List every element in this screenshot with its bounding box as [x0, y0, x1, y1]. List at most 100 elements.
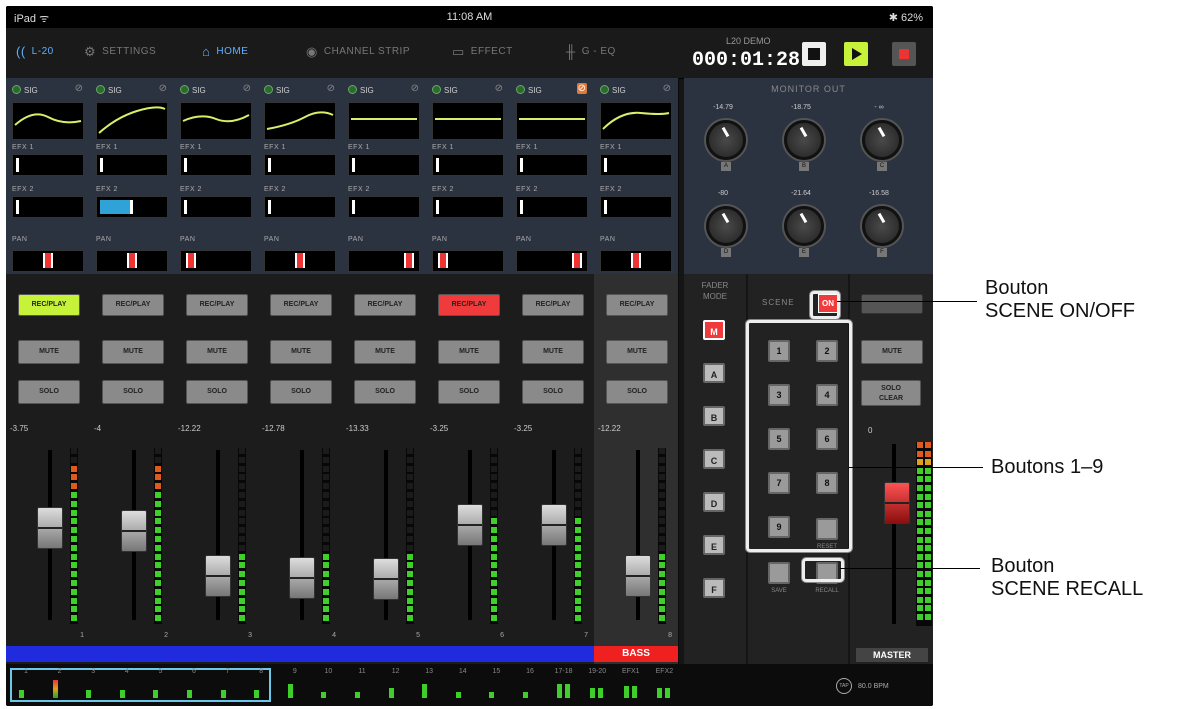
fader-mode-d-button[interactable]: D: [703, 492, 725, 512]
eq-curve-display[interactable]: [348, 102, 420, 140]
tab-effect[interactable]: ▭ EFFECT: [452, 44, 513, 60]
channel-name[interactable]: [6, 646, 90, 662]
rec-play-button[interactable]: REC/PLAY: [102, 294, 164, 316]
efx1-send-bar[interactable]: [516, 154, 588, 176]
eq-curve-display[interactable]: [264, 102, 336, 140]
fader-mode-m-button[interactable]: M: [703, 320, 725, 340]
phase-invert-button[interactable]: ⊘: [663, 83, 671, 94]
channel-name[interactable]: [258, 646, 342, 662]
fader-mode-a-button[interactable]: A: [703, 363, 725, 383]
monitor-knob-a[interactable]: [706, 120, 746, 160]
pan-knob[interactable]: [438, 253, 448, 268]
device-button[interactable]: ((L-20: [16, 44, 54, 59]
scene-save-button[interactable]: [768, 562, 790, 584]
efx2-send-bar[interactable]: [180, 196, 252, 218]
pan-knob[interactable]: [186, 253, 196, 268]
efx2-send-bar[interactable]: [432, 196, 504, 218]
pan-knob[interactable]: [572, 253, 582, 268]
record-button[interactable]: [892, 42, 916, 66]
efx2-send-bar[interactable]: [600, 196, 672, 218]
channel-fader-knob[interactable]: [541, 504, 567, 546]
monitor-knob-d[interactable]: [706, 206, 746, 246]
stop-button[interactable]: [802, 42, 826, 66]
fader-mode-c-button[interactable]: C: [703, 449, 725, 469]
pan-control[interactable]: [432, 250, 504, 272]
channel-fader-knob[interactable]: [37, 507, 63, 549]
mute-button[interactable]: MUTE: [102, 340, 164, 364]
eq-curve-display[interactable]: [12, 102, 84, 140]
channel-fader-knob[interactable]: [289, 557, 315, 599]
master-mute-button[interactable]: MUTE: [861, 340, 923, 364]
mute-button[interactable]: MUTE: [270, 340, 332, 364]
tab-g-eq[interactable]: ╫ G - EQ: [566, 44, 616, 59]
solo-button[interactable]: SOLO: [354, 380, 416, 404]
channel-fader-knob[interactable]: [205, 555, 231, 597]
channel-name[interactable]: [510, 646, 594, 662]
mute-button[interactable]: MUTE: [438, 340, 500, 364]
mute-button[interactable]: MUTE: [354, 340, 416, 364]
eq-curve-display[interactable]: [180, 102, 252, 140]
phase-invert-button[interactable]: ⊘: [327, 83, 335, 94]
pan-knob[interactable]: [127, 253, 137, 268]
efx1-send-bar[interactable]: [600, 154, 672, 176]
monitor-knob-e[interactable]: [784, 206, 824, 246]
phase-invert-button[interactable]: ⊘: [243, 83, 251, 94]
eq-curve-display[interactable]: [432, 102, 504, 140]
pan-control[interactable]: [96, 250, 168, 272]
efx2-send-bar[interactable]: [96, 196, 168, 218]
phase-invert-button[interactable]: ⊘: [495, 83, 503, 94]
solo-button[interactable]: SOLO: [102, 380, 164, 404]
mute-button[interactable]: MUTE: [186, 340, 248, 364]
pan-knob[interactable]: [43, 253, 53, 268]
master-top-button[interactable]: [861, 294, 923, 314]
channel-fader-knob[interactable]: [457, 504, 483, 546]
solo-button[interactable]: SOLO: [186, 380, 248, 404]
fader-mode-e-button[interactable]: E: [703, 535, 725, 555]
channel-name[interactable]: [174, 646, 258, 662]
solo-clear-button[interactable]: SOLO CLEAR: [861, 380, 921, 406]
efx1-send-bar[interactable]: [264, 154, 336, 176]
efx2-send-bar[interactable]: [348, 196, 420, 218]
rec-play-button[interactable]: REC/PLAY: [18, 294, 80, 316]
eq-curve-display[interactable]: [516, 102, 588, 140]
rec-play-button[interactable]: REC/PLAY: [270, 294, 332, 316]
phase-invert-button[interactable]: ⊘: [75, 83, 83, 94]
pan-control[interactable]: [264, 250, 336, 272]
pan-knob[interactable]: [295, 253, 305, 268]
rec-play-button[interactable]: REC/PLAY: [522, 294, 584, 316]
eq-curve-display[interactable]: [96, 102, 168, 140]
efx1-send-bar[interactable]: [180, 154, 252, 176]
channel-name[interactable]: [426, 646, 510, 662]
tab-channel-strip[interactable]: ◉ CHANNEL STRIP: [306, 44, 410, 60]
pan-control[interactable]: [180, 250, 252, 272]
solo-button[interactable]: SOLO: [522, 380, 584, 404]
channel-name[interactable]: [342, 646, 426, 662]
pan-control[interactable]: [12, 250, 84, 272]
mute-button[interactable]: MUTE: [522, 340, 584, 364]
mute-button[interactable]: MUTE: [606, 340, 668, 364]
solo-button[interactable]: SOLO: [438, 380, 500, 404]
efx1-send-bar[interactable]: [432, 154, 504, 176]
rec-play-button[interactable]: REC/PLAY: [438, 294, 500, 316]
solo-button[interactable]: SOLO: [270, 380, 332, 404]
pan-control[interactable]: [348, 250, 420, 272]
channel-fader-knob[interactable]: [121, 510, 147, 552]
monitor-knob-b[interactable]: [784, 120, 824, 160]
pan-knob[interactable]: [631, 253, 641, 268]
pan-control[interactable]: [516, 250, 588, 272]
tap-tempo-button[interactable]: TAP 80.0 BPM: [836, 678, 889, 694]
efx2-send-bar[interactable]: [516, 196, 588, 218]
play-button[interactable]: [844, 42, 868, 66]
solo-button[interactable]: SOLO: [606, 380, 668, 404]
monitor-knob-c[interactable]: [862, 120, 902, 160]
rec-play-button[interactable]: REC/PLAY: [354, 294, 416, 316]
channel-fader-knob[interactable]: [625, 555, 651, 597]
channel-name[interactable]: [90, 646, 174, 662]
rec-play-button[interactable]: REC/PLAY: [606, 294, 668, 316]
rec-play-button[interactable]: REC/PLAY: [186, 294, 248, 316]
channel-fader-knob[interactable]: [373, 558, 399, 600]
mute-button[interactable]: MUTE: [18, 340, 80, 364]
phase-invert-button[interactable]: ⊘: [576, 83, 587, 94]
pan-control[interactable]: [600, 250, 672, 272]
channel-name[interactable]: BASS: [594, 646, 678, 662]
